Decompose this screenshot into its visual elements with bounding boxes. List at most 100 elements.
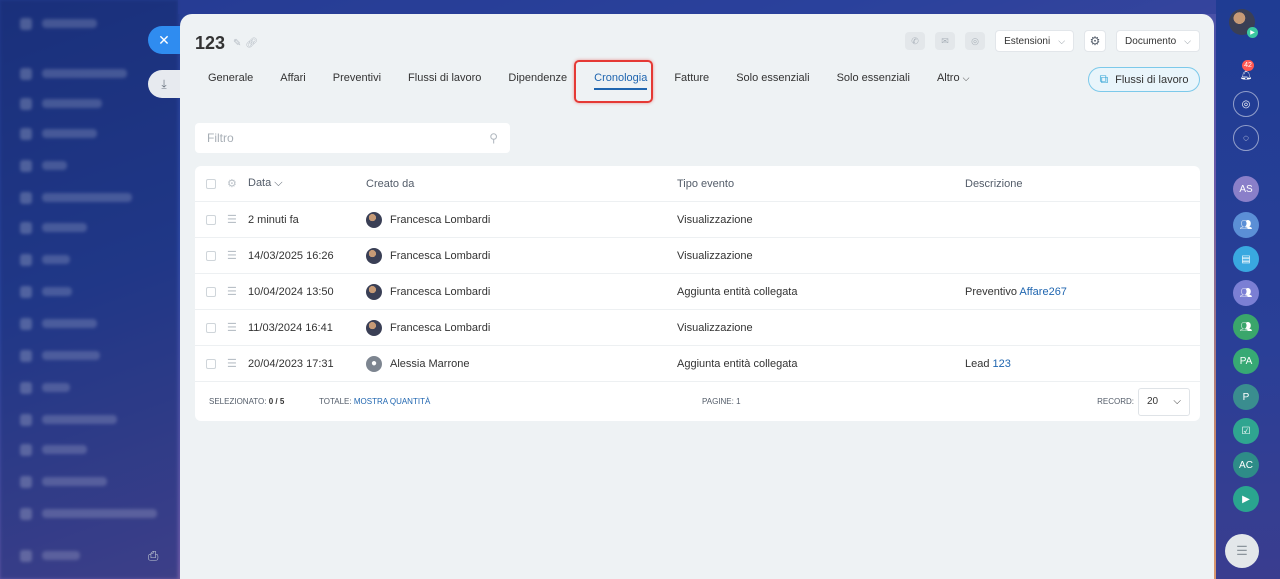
chat-avatar-pa[interactable]: PA [1233,348,1259,374]
column-header-description[interactable]: Descrizione [965,178,1022,190]
row-description: Preventivo Affare267 [965,285,1067,298]
row-user[interactable]: Francesca Lombardi [366,247,490,264]
grid-header: ⚙ Data ⌵ Creato da Tipo evento Descrizio… [195,166,1200,202]
messenger-icon[interactable]: ◌ [1233,125,1259,151]
avatar [366,283,382,300]
chat-bubble-icon[interactable]: ▤ [1233,246,1259,272]
row-menu-icon[interactable]: ☰ [227,285,237,298]
tab-dipendenze[interactable]: Dipendenze [508,72,567,84]
row-user[interactable]: Francesca Lombardi [366,283,490,300]
mail-icon[interactable]: ✉ [935,32,956,50]
row-description: Lead 123 [965,357,1011,370]
select-all-checkbox[interactable] [206,178,216,189]
row-user[interactable]: Francesca Lombardi [366,211,490,228]
row-event-type: Visualizzazione [677,321,753,334]
grid-settings-gear-icon[interactable]: ⚙ [227,177,237,190]
document-dropdown[interactable]: Documento ⌵ [1116,30,1200,52]
tab-solo-essenziali-1[interactable]: Solo essenziali [736,72,809,84]
show-quantity-link[interactable]: MOSTRA QUANTITÀ [354,397,430,406]
link-icon[interactable]: 🔗︎ [245,38,262,49]
chat-avatar-p[interactable]: P [1233,384,1259,410]
table-row: ☰ 14/03/2025 16:26 Francesca Lombardi Vi… [195,238,1200,274]
row-user[interactable]: ● Alessia Marrone [366,355,469,372]
filter-placeholder: Filtro [207,131,234,145]
activity-stream-icon[interactable]: ◎ [1233,91,1259,117]
avatar [366,319,382,336]
row-event-type: Aggiunta entità collegata [677,357,798,370]
table-row: ☰ 20/04/2023 17:31 ● Alessia Marrone Aggi… [195,346,1200,382]
phone-icon[interactable]: ✆ [905,32,926,50]
row-user[interactable]: Francesca Lombardi [366,319,490,336]
table-row: ☰ 11/03/2024 16:41 Francesca Lombardi Vi… [195,310,1200,346]
column-header-created-by[interactable]: Creato da [366,178,414,190]
search-icon: ⚲ [489,131,498,145]
row-event-type: Aggiunta entità collegata [677,285,798,298]
workflow-button-label: Flussi di lavoro [1115,73,1189,86]
edit-pencil-icon[interactable]: ✎ [233,38,245,49]
records-select[interactable]: 20 ⌵ [1138,387,1190,416]
selected-count: SELEZIONATO: 0 / 5 [209,397,285,406]
row-menu-icon[interactable]: ☰ [227,249,237,262]
tab-generale[interactable]: Generale [208,72,253,84]
row-checkbox[interactable] [206,214,216,225]
workflow-icon: ⧉ [1099,72,1109,86]
chat-icon[interactable]: ◎ [965,32,986,50]
settings-gear-button[interactable]: ⚙ [1084,30,1107,52]
records-per-page: RECORD: 20 ⌵ [1097,387,1190,416]
column-header-date[interactable]: Data ⌵ [248,177,283,190]
tasks-icon[interactable]: ☑ [1233,418,1259,444]
chat-avatar-ac[interactable]: AC [1233,452,1259,478]
group-chat-icon[interactable]: 👥︎ [1233,280,1259,306]
pages-indicator: PAGINE: 1 [702,397,741,406]
row-menu-icon[interactable]: ☰ [227,321,237,334]
table-row: ☰ 10/04/2024 13:50 Francesca Lombardi Ag… [195,274,1200,310]
total-count: TOTALE: MOSTRA QUANTITÀ [319,397,431,406]
video-call-icon[interactable]: ▶ [1233,486,1259,512]
print-icon[interactable]: ⎙ [148,548,158,564]
tab-solo-essenziali-2[interactable]: Solo essenziali [837,72,910,84]
linked-entity-link[interactable]: Affare267 [1019,286,1067,298]
document-slider-panel: 123 ✎🔗︎ ✆ ✉ ◎ Estensioni ⌵ ⚙ Documento ⌵… [180,14,1214,579]
row-menu-icon[interactable]: ☰ [227,357,237,370]
gear-icon: ⚙ [1089,34,1101,48]
row-checkbox[interactable] [206,358,216,369]
row-date: 14/03/2025 16:26 [248,249,334,262]
row-checkbox[interactable] [206,250,216,261]
row-date: 20/04/2023 17:31 [248,357,334,370]
extensions-dropdown[interactable]: Estensioni ⌵ [995,30,1075,52]
row-date: 2 minuti fa [248,213,299,226]
tab-fatture[interactable]: Fatture [674,72,709,84]
row-event-type: Visualizzazione [677,213,753,226]
minimize-icon: ⤓ [161,76,167,91]
minimize-slider-button[interactable]: ⤓ [148,70,180,98]
row-menu-icon[interactable]: ☰ [227,213,237,226]
filter-input[interactable]: Filtro ⚲ [195,123,510,153]
tab-flussi-di-lavoro[interactable]: Flussi di lavoro [408,72,481,84]
extensions-label: Estensioni [1004,35,1051,47]
highlight-box [574,60,653,103]
row-checkbox[interactable] [206,286,216,297]
menu-icon: ☰ [1236,543,1248,558]
group-chat-icon[interactable]: 👥︎ [1233,212,1259,238]
open-chat-button[interactable]: ☰ [1225,534,1259,568]
notifications-badge: 42 [1242,60,1254,71]
chevron-down-icon: ⌵ [1058,35,1066,46]
avatar [366,247,382,264]
row-date: 10/04/2024 13:50 [248,285,334,298]
tab-affari[interactable]: Affari [280,72,305,84]
chevron-down-icon: ⌵ [1184,35,1191,46]
workflow-button[interactable]: ⧉ Flussi di lavoro [1088,67,1200,92]
row-event-type: Visualizzazione [677,249,753,262]
avatar [366,211,382,228]
column-header-event-type[interactable]: Tipo evento [677,178,734,190]
tab-altro[interactable]: Altro ⌵ [937,72,970,84]
group-chat-icon[interactable]: 👥︎ [1233,314,1259,340]
avatar: ● [366,355,382,372]
chat-avatar-as[interactable]: AS [1233,176,1259,202]
linked-entity-link[interactable]: 123 [993,358,1011,370]
row-date: 11/03/2024 16:41 [248,321,333,334]
tab-preventivi[interactable]: Preventivi [333,72,381,84]
close-slider-button[interactable]: ✕ [148,26,180,54]
online-status-icon: ▶ [1247,27,1258,38]
row-checkbox[interactable] [206,322,216,333]
